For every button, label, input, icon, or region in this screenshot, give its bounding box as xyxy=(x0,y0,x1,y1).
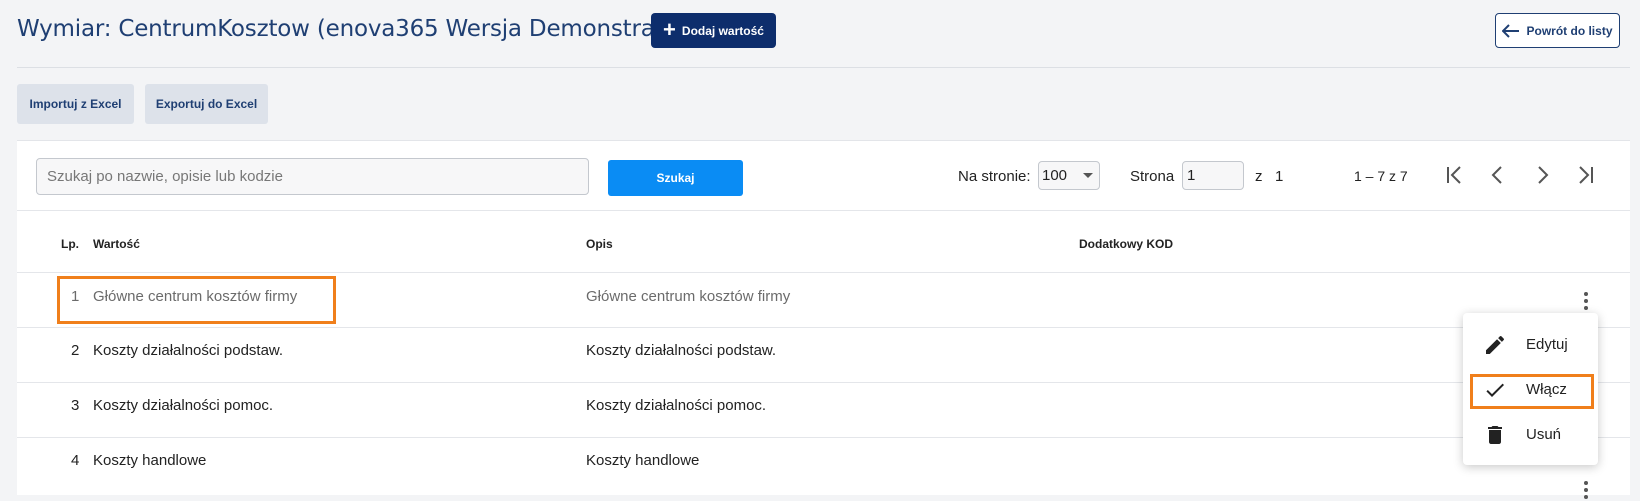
row-context-menu: Edytuj Włącz Usuń xyxy=(1463,313,1598,465)
row-description: Główne centrum kosztów firmy xyxy=(586,288,791,305)
trash-icon xyxy=(1488,426,1502,444)
back-to-list-button[interactable]: Powrót do listy xyxy=(1495,13,1620,48)
chevron-down-icon xyxy=(1083,173,1093,178)
row-value: Koszty działalności podstaw. xyxy=(93,342,284,359)
row-value: Koszty handlowe xyxy=(93,452,207,469)
menu-item-delete-label: Usuń xyxy=(1526,426,1562,443)
page-number-value: 1 xyxy=(1187,167,1196,184)
row-value: Koszty działalności pomoc. xyxy=(93,397,274,414)
back-to-list-label: Powrót do listy xyxy=(1526,23,1613,38)
row-value: Główne centrum kosztów firmy xyxy=(93,288,298,305)
row-actions-icon[interactable] xyxy=(1583,292,1589,312)
row-divider xyxy=(17,327,1630,328)
search-input[interactable]: Szukaj po nazwie, opisie lub kodzie xyxy=(36,158,589,195)
per-page-value: 100 xyxy=(1042,167,1068,184)
column-header-lp: Lp. xyxy=(61,237,79,251)
row-description: Koszty działalności podstaw. xyxy=(586,342,777,359)
last-page-icon[interactable] xyxy=(1574,163,1598,187)
prev-page-icon[interactable] xyxy=(1486,163,1510,187)
row-actions-icon[interactable] xyxy=(1583,481,1589,501)
range-label: 1 – 7 z 7 xyxy=(1354,168,1408,184)
menu-item-edit-label: Edytuj xyxy=(1526,336,1568,353)
menu-item-enable[interactable]: Włącz xyxy=(1463,370,1598,410)
add-value-button[interactable]: + Dodaj wartość xyxy=(651,13,776,48)
row-lp: 2 xyxy=(71,342,80,359)
page-number-input[interactable]: 1 xyxy=(1182,161,1244,190)
row-lp: 3 xyxy=(71,397,80,414)
row-divider xyxy=(17,382,1630,383)
first-page-icon[interactable] xyxy=(1442,163,1466,187)
page-title: Wymiar: CentrumKosztow (enova365 Wersja … xyxy=(17,16,724,42)
per-page-select[interactable]: 100 xyxy=(1038,161,1100,190)
import-excel-button[interactable]: Importuj z Excel xyxy=(17,84,134,124)
search-button[interactable]: Szukaj xyxy=(608,160,743,196)
column-header-value: Wartość xyxy=(93,237,140,251)
values-panel: Szukaj po nazwie, opisie lub kodzie Szuk… xyxy=(17,140,1630,499)
next-page-icon[interactable] xyxy=(1530,163,1554,187)
row-lp: 4 xyxy=(71,452,80,469)
menu-item-edit[interactable]: Edytuj xyxy=(1463,325,1598,365)
toolbar-divider xyxy=(17,210,1630,211)
export-excel-button[interactable]: Exportuj do Excel xyxy=(145,84,268,124)
menu-item-delete[interactable]: Usuń xyxy=(1463,415,1598,455)
add-value-label: Dodaj wartość xyxy=(681,23,764,38)
per-page-label: Na stronie: xyxy=(958,168,1031,185)
total-pages: 1 xyxy=(1275,168,1284,185)
page-label: Strona xyxy=(1130,168,1175,185)
check-icon xyxy=(1486,383,1504,397)
of-label: z xyxy=(1255,168,1263,185)
row-lp: 1 xyxy=(71,288,80,305)
column-header-description: Opis xyxy=(586,237,613,251)
header-divider xyxy=(17,67,1630,68)
pencil-icon xyxy=(1486,335,1505,354)
plus-icon: + xyxy=(663,16,676,42)
header-row-divider xyxy=(17,272,1630,273)
row-divider xyxy=(17,437,1630,438)
row-description: Koszty działalności pomoc. xyxy=(586,397,767,414)
column-header-code: Dodatkowy KOD xyxy=(1079,237,1174,251)
search-placeholder: Szukaj po nazwie, opisie lub kodzie xyxy=(47,168,283,185)
arrow-left-icon xyxy=(1502,23,1520,38)
menu-item-enable-label: Włącz xyxy=(1526,381,1567,398)
row-description: Koszty handlowe xyxy=(586,452,700,469)
